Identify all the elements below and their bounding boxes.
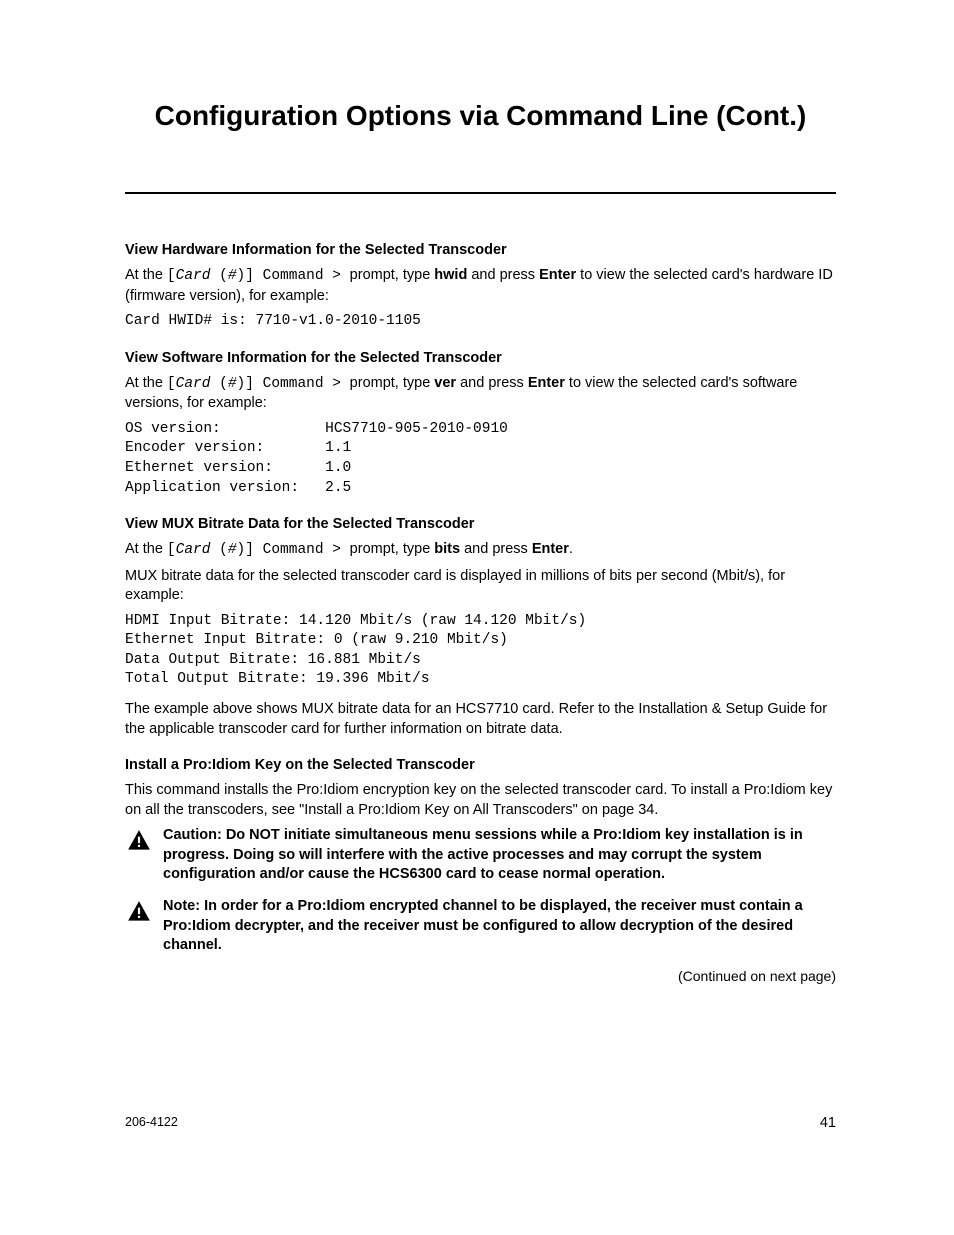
section-proidiom: Install a Pro:Idiom Key on the Selected … [125,757,836,984]
note-text: Note: In order for a Pro:Idiom encrypted… [163,897,836,956]
caution-text: Caution: Do NOT initiate simultaneous me… [163,826,836,885]
paragraph: This command installs the Pro:Idiom encr… [125,781,836,820]
code-output: Card HWID# is: 7710-v1.0-2010-1105 [125,312,836,332]
code-output: OS version: HCS7710-905-2010-0910 Encode… [125,420,836,498]
section-mux-bitrate: View MUX Bitrate Data for the Selected T… [125,516,836,739]
section-heading: View Software Information for the Select… [125,350,836,366]
continued-label: (Continued on next page) [125,968,836,984]
paragraph: At the [Card (#)] Command > prompt, type… [125,266,836,306]
section-software-info: View Software Information for the Select… [125,350,836,498]
page-title: Configuration Options via Command Line (… [125,100,836,132]
section-heading: View Hardware Information for the Select… [125,242,836,258]
warning-icon [125,828,153,859]
document-number: 206-4122 [125,1115,178,1131]
paragraph: At the [Card (#)] Command > prompt, type… [125,540,836,561]
section-heading: View MUX Bitrate Data for the Selected T… [125,516,836,532]
paragraph: MUX bitrate data for the selected transc… [125,567,836,606]
section-hardware-info: View Hardware Information for the Select… [125,242,836,332]
horizontal-rule [125,192,836,194]
page-footer: 206-4122 41 [125,1115,836,1131]
warning-icon [125,899,153,930]
page-number: 41 [820,1115,836,1131]
note-block: Note: In order for a Pro:Idiom encrypted… [125,897,836,956]
caution-block: Caution: Do NOT initiate simultaneous me… [125,826,836,885]
paragraph: The example above shows MUX bitrate data… [125,700,836,739]
paragraph: At the [Card (#)] Command > prompt, type… [125,374,836,414]
section-heading: Install a Pro:Idiom Key on the Selected … [125,757,836,773]
document-page: Configuration Options via Command Line (… [0,0,954,1235]
code-output: HDMI Input Bitrate: 14.120 Mbit/s (raw 1… [125,612,836,690]
